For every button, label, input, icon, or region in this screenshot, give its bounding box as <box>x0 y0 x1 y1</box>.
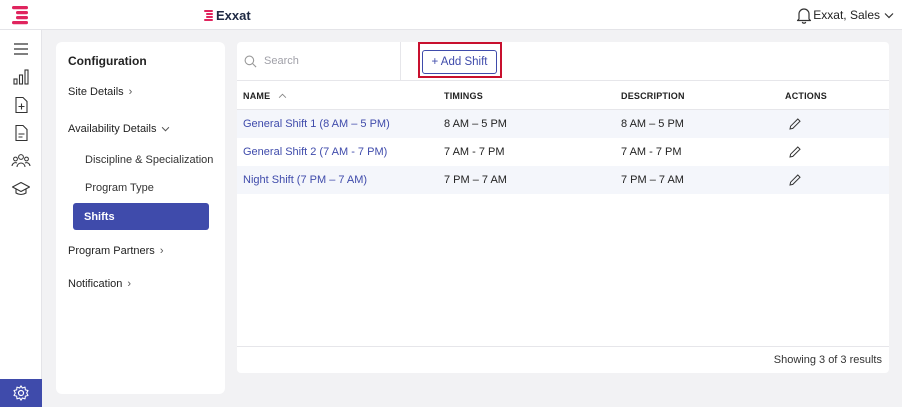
sort-ascending-icon <box>278 93 287 99</box>
user-name: Exxat, Sales <box>813 8 880 22</box>
results-count: Showing 3 of 3 results <box>773 354 882 366</box>
user-menu[interactable]: Exxat, Sales <box>813 8 894 22</box>
brand-logo: Exxat <box>204 8 251 23</box>
shift-name-link[interactable]: Night Shift (7 PM – 7 AM) <box>243 174 367 186</box>
shift-name-link[interactable]: General Shift 2 (7 AM - 7 PM) <box>243 146 387 158</box>
chevron-right-icon: › <box>159 245 164 257</box>
chevron-down-icon <box>162 126 170 132</box>
nav-availability-details-label: Availability Details <box>68 123 157 135</box>
nav-notification[interactable]: Notification › <box>68 278 131 290</box>
table-row: Night Shift (7 PM – 7 AM) 7 PM – 7 AM 7 … <box>237 166 889 194</box>
shift-name-link[interactable]: General Shift 1 (8 AM – 5 PM) <box>243 118 390 130</box>
shift-timings: 7 AM - 7 PM <box>444 146 505 158</box>
nav-shifts-label: Shifts <box>84 210 115 223</box>
shift-description: 7 PM – 7 AM <box>621 174 684 186</box>
table-row: General Shift 1 (8 AM – 5 PM) 8 AM – 5 P… <box>237 110 889 138</box>
top-bar: Exxat Exxat, Sales <box>0 0 902 30</box>
nav-availability-details[interactable]: Availability Details <box>68 123 170 135</box>
bell-icon[interactable] <box>796 6 812 24</box>
shifts-table-panel: + Add Shift NAME TIMINGS DESCRIPTION ACT… <box>237 42 889 373</box>
nav-program-partners[interactable]: Program Partners › <box>68 245 163 257</box>
chevron-down-icon <box>884 12 894 18</box>
table-header: NAME TIMINGS DESCRIPTION ACTIONS <box>237 80 889 110</box>
document-icon[interactable] <box>11 123 31 143</box>
column-header-name[interactable]: NAME <box>243 91 287 101</box>
menu-icon[interactable] <box>11 39 31 59</box>
settings-rail-item[interactable] <box>0 379 42 407</box>
edit-pencil-icon[interactable] <box>788 145 802 159</box>
users-icon[interactable] <box>11 151 31 171</box>
shift-description: 7 AM - 7 PM <box>621 146 682 158</box>
add-file-icon[interactable] <box>11 95 31 115</box>
shift-timings: 8 AM – 5 PM <box>444 118 507 130</box>
gear-icon <box>13 385 29 401</box>
left-rail <box>0 30 42 407</box>
exxat-logo-icon[interactable] <box>9 4 31 26</box>
brand-name: Exxat <box>216 8 251 23</box>
chevron-right-icon: › <box>128 86 133 98</box>
column-header-timings[interactable]: TIMINGS <box>444 91 483 101</box>
shift-timings: 7 PM – 7 AM <box>444 174 507 186</box>
column-header-actions: ACTIONS <box>785 91 827 101</box>
column-header-name-label: NAME <box>243 91 271 101</box>
nav-site-details[interactable]: Site Details › <box>68 86 132 98</box>
bar-chart-icon[interactable] <box>11 67 31 87</box>
search-icon <box>244 55 257 67</box>
configuration-title: Configuration <box>68 54 147 68</box>
edit-pencil-icon[interactable] <box>788 173 802 187</box>
column-header-description[interactable]: DESCRIPTION <box>621 91 685 101</box>
nav-program-partners-label: Program Partners <box>68 245 155 257</box>
table-footer: Showing 3 of 3 results <box>237 346 889 373</box>
nav-discipline-specialization[interactable]: Discipline & Specialization <box>85 154 213 166</box>
edit-pencil-icon[interactable] <box>788 117 802 131</box>
search-input[interactable] <box>264 55 384 67</box>
graduation-cap-icon[interactable] <box>11 179 31 199</box>
brand-mark-icon <box>204 10 213 21</box>
add-shift-button[interactable]: + Add Shift <box>422 50 497 74</box>
search-box <box>237 42 401 80</box>
chevron-right-icon: › <box>127 278 132 290</box>
table-row: General Shift 2 (7 AM - 7 PM) 7 AM - 7 P… <box>237 138 889 166</box>
nav-program-type[interactable]: Program Type <box>85 182 154 194</box>
configuration-panel: Configuration Site Details › Availabilit… <box>56 42 225 394</box>
nav-notification-label: Notification <box>68 278 123 290</box>
nav-site-details-label: Site Details <box>68 86 124 98</box>
shift-description: 8 AM – 5 PM <box>621 118 684 130</box>
nav-shifts[interactable]: Shifts <box>73 203 209 230</box>
